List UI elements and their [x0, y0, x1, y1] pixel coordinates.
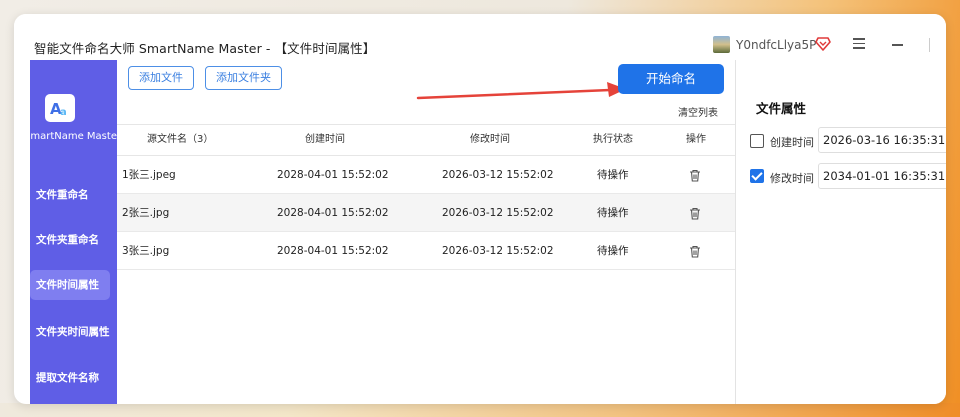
table-row[interactable]: 3张三.jpg 2028-04-01 15:52:02 2026-03-12 1… — [117, 232, 735, 270]
header-modified: 修改时间 — [470, 134, 510, 145]
sidebar-item-file-time-attributes[interactable]: 文件时间属性 — [30, 270, 110, 300]
annotation-arrow — [416, 82, 626, 100]
minimize-icon[interactable] — [892, 44, 903, 46]
created-time: 2028-04-01 15:52:02 — [277, 169, 389, 181]
created-time-checkbox[interactable] — [750, 134, 764, 148]
file-name: 1张三.jpeg — [122, 169, 176, 181]
window-title: 智能文件命名大师 SmartName Master - 【文件时间属性】 — [34, 41, 376, 56]
trash-icon[interactable] — [689, 207, 701, 220]
svg-text:a: a — [60, 107, 67, 118]
header-source-name: 源文件名（3） — [147, 134, 214, 145]
header-status: 执行状态 — [593, 134, 633, 145]
sidebar-item-label: 文件夹时间属性 — [36, 326, 110, 338]
table-row[interactable]: 2张三.jpg 2028-04-01 15:52:02 2026-03-12 1… — [117, 194, 735, 232]
table-header: 源文件名（3） 创建时间 修改时间 执行状态 操作 — [117, 124, 735, 156]
modified-time: 2026-03-12 15:52:02 — [442, 169, 554, 181]
user-name[interactable]: Y0ndfcLlya5P — [736, 38, 816, 52]
sidebar: A a SmartName Master 文件重命名 文件夹重命名 文件时间属性… — [30, 60, 117, 404]
file-table: 源文件名（3） 创建时间 修改时间 执行状态 操作 1张三.jpeg 2028-… — [117, 124, 735, 270]
hamburger-menu-icon[interactable] — [852, 36, 866, 50]
modified-time-input[interactable]: 2034-01-01 16:35:31 — [818, 163, 946, 189]
user-avatar[interactable] — [713, 36, 730, 53]
logo-text: SmartName Master — [30, 131, 117, 142]
sidebar-item-label: 提取文件名称 — [36, 372, 99, 384]
status-text: 待操作 — [597, 245, 629, 257]
modified-time-label: 修改时间 — [770, 172, 814, 185]
created-time-label: 创建时间 — [770, 136, 814, 149]
app-window: 智能文件命名大师 SmartName Master - 【文件时间属性】 Y0n… — [14, 14, 946, 404]
title-bar: 智能文件命名大师 SmartName Master - 【文件时间属性】 Y0n… — [14, 14, 946, 60]
status-text: 待操作 — [597, 169, 629, 181]
created-time: 2028-04-01 15:52:02 — [277, 245, 389, 257]
app-logo-icon: A a — [45, 94, 75, 122]
trash-icon[interactable] — [689, 169, 701, 182]
trash-icon[interactable] — [689, 245, 701, 258]
status-text: 待操作 — [597, 207, 629, 219]
sidebar-item-label: 文件重命名 — [36, 189, 89, 201]
created-time: 2028-04-01 15:52:02 — [277, 207, 389, 219]
sidebar-item-folder-time-attributes[interactable]: 文件夹时间属性 — [30, 317, 110, 347]
created-time-input[interactable]: 2026-03-16 16:35:31 — [818, 127, 946, 153]
table-row[interactable]: 1张三.jpeg 2028-04-01 15:52:02 2026-03-12 … — [117, 156, 735, 194]
sidebar-item-label: 文件夹重命名 — [36, 234, 99, 246]
file-name: 3张三.jpg — [122, 245, 170, 257]
sidebar-item-label: 文件时间属性 — [36, 279, 99, 291]
vip-diamond-icon[interactable] — [815, 36, 831, 52]
clear-list-link[interactable]: 清空列表 — [678, 104, 718, 119]
file-name: 2张三.jpg — [122, 207, 170, 219]
modified-time-checkbox[interactable] — [750, 169, 764, 183]
file-attributes-panel: 文件属性 创建时间 2026-03-16 16:35:31 修改时间 2034-… — [735, 60, 946, 404]
add-file-button[interactable]: 添加文件 — [128, 66, 194, 90]
start-rename-button[interactable]: 开始命名 — [618, 64, 724, 94]
modified-time: 2026-03-12 15:52:02 — [442, 207, 554, 219]
modified-time: 2026-03-12 15:52:02 — [442, 245, 554, 257]
header-created: 创建时间 — [305, 134, 345, 145]
sidebar-item-extract-filenames[interactable]: 提取文件名称 — [30, 363, 110, 393]
window-edge — [929, 38, 930, 52]
background-glow — [0, 403, 960, 417]
add-folder-button[interactable]: 添加文件夹 — [205, 66, 282, 90]
header-actions: 操作 — [686, 134, 706, 145]
sidebar-item-file-rename[interactable]: 文件重命名 — [30, 180, 110, 210]
panel-title: 文件属性 — [756, 101, 807, 116]
sidebar-item-folder-rename[interactable]: 文件夹重命名 — [30, 225, 110, 255]
